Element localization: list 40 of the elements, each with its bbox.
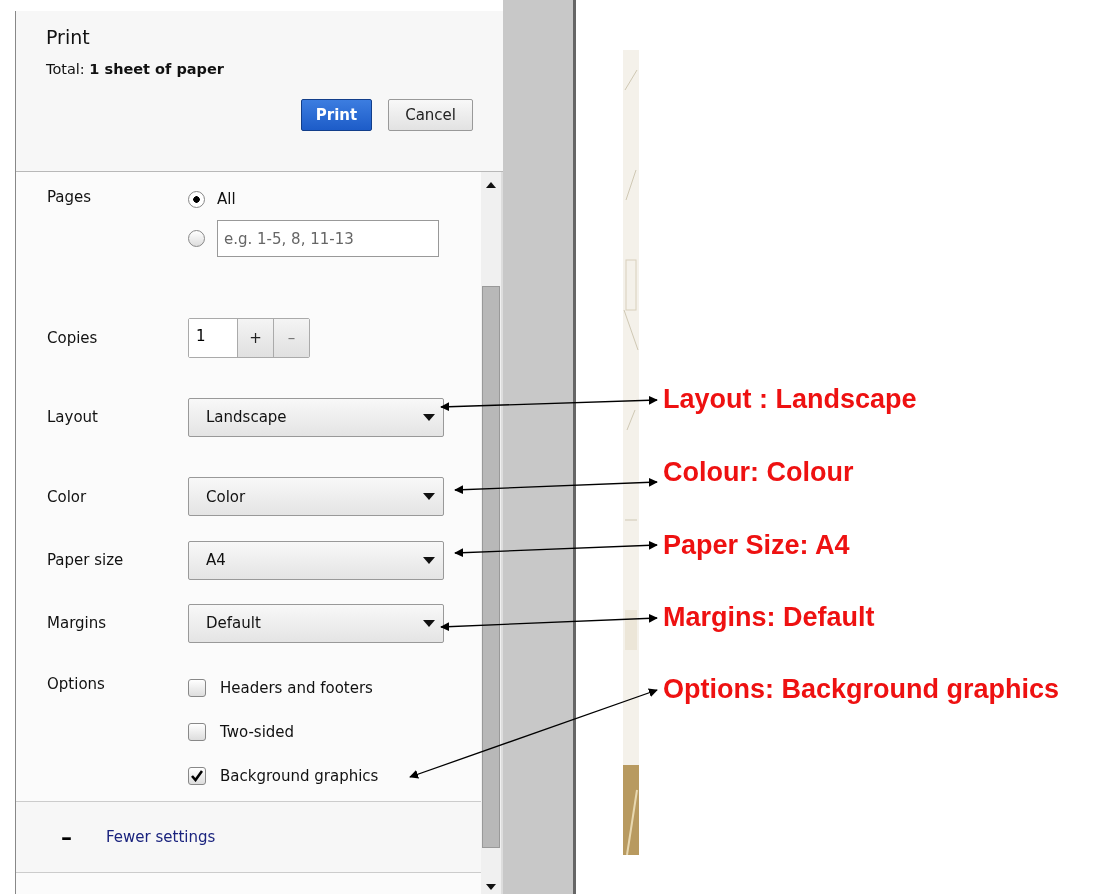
- annotation-label: Layout : Landscape: [663, 384, 917, 415]
- radio-button[interactable]: [188, 230, 205, 247]
- scroll-up-icon[interactable]: [486, 182, 496, 188]
- caret-icon: [423, 413, 435, 421]
- checkbox[interactable]: [188, 767, 206, 785]
- sheet-total: Total: 1 sheet of paper: [46, 61, 224, 77]
- caret-icon: [423, 493, 435, 500]
- radio-label: All: [217, 190, 236, 208]
- annotation-label: Paper Size: A4: [663, 530, 850, 561]
- dropdown[interactable]: Landscape: [188, 397, 444, 437]
- setting-label: Color: [47, 487, 88, 506]
- fewer-settings-link[interactable]: Fewer settings: [106, 828, 216, 846]
- setting-label: Copies: [47, 328, 99, 347]
- setting-label: Pages: [47, 188, 93, 206]
- caret-icon: [423, 619, 435, 627]
- annotation-label: Options: Background graphics: [663, 674, 1060, 705]
- setting-label: Options: [47, 675, 106, 693]
- print-button[interactable]: Print: [300, 99, 373, 131]
- dialog-title: Print: [46, 26, 90, 48]
- caret-icon: [423, 556, 435, 564]
- setting-label: Paper size: [47, 551, 125, 569]
- dropdown[interactable]: Color: [188, 477, 444, 516]
- scroll-thumb[interactable]: [482, 286, 500, 848]
- annotation-label: Colour: Colour: [663, 457, 854, 488]
- setting-label: Margins: [47, 614, 108, 632]
- checkbox-label: Two-sided: [220, 723, 295, 741]
- checkbox[interactable]: [188, 723, 206, 741]
- dropdown[interactable]: Default: [188, 603, 444, 643]
- dropdown[interactable]: A4: [188, 540, 444, 580]
- scroll-down-icon[interactable]: [486, 884, 496, 890]
- checkbox-label: Headers and footers: [220, 679, 373, 697]
- collapse-icon: –: [61, 824, 72, 850]
- cancel-button[interactable]: Cancel: [388, 99, 473, 131]
- annotation-label: Margins: Default: [663, 602, 875, 633]
- checkbox-label: Background graphics: [220, 767, 379, 785]
- scrollbar[interactable]: [481, 172, 503, 894]
- checkbox[interactable]: [188, 679, 206, 697]
- page-range-field[interactable]: e.g. 1-5, 8, 11-13: [217, 220, 439, 257]
- radio-button[interactable]: [188, 190, 205, 208]
- setting-label: Layout: [47, 408, 99, 426]
